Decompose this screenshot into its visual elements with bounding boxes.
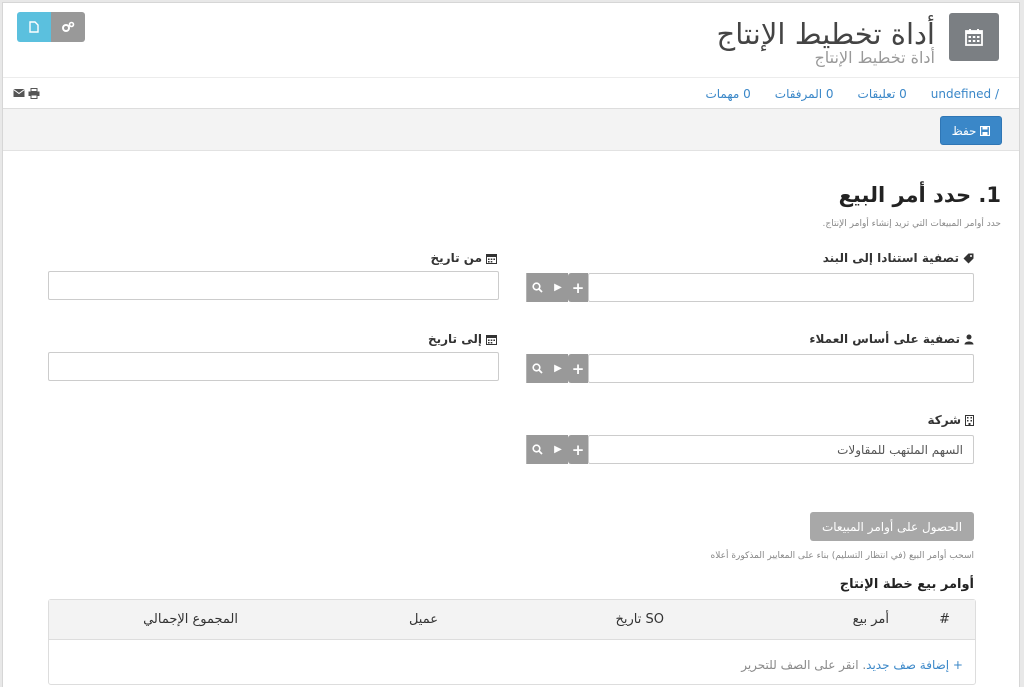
get-sales-orders-button[interactable]: الحصول على أوامر المبيعات [810, 512, 974, 541]
email-icon[interactable] [13, 88, 25, 98]
tag-icon [963, 253, 974, 263]
grid-add-row: + إضافة صف جديد. انقر على الصف للتحرير [741, 658, 963, 672]
page-title: أداة تخطيط الإنتاج [716, 17, 936, 51]
new-document-button[interactable] [17, 12, 51, 42]
building-icon [965, 414, 974, 426]
print-icon[interactable] [28, 88, 40, 99]
to-date-label: إلى تاريخ [428, 332, 497, 346]
company-search-button[interactable] [526, 435, 548, 464]
breadcrumb-link[interactable]: undefined [931, 87, 991, 101]
settings-menu-button[interactable] [51, 12, 85, 42]
page-subtitle: أداة تخطيط الإنتاج [814, 48, 935, 67]
page-frame: أداة تخطيط الإنتاج أداة تخطيط الإنتاج / … [2, 2, 1020, 687]
section-description: حدد أوامر المبيعات التي تريد إنشاء أوامر… [822, 219, 1001, 229]
item-filter-search-button[interactable] [526, 273, 548, 302]
comments-link[interactable]: 0 تعليقات [858, 87, 907, 101]
company-input[interactable]: السهم الملتهب للمقاولات [588, 435, 974, 464]
save-button-label: حفظ [951, 123, 977, 138]
form-toolbar: حفظ [3, 109, 1019, 151]
breadcrumb: / undefined [931, 87, 999, 101]
item-filter-open-button[interactable]: ▶ [548, 273, 568, 302]
document-links-bar: / undefined 0 تعليقات 0 المرفقات 0 مهمات [3, 77, 1019, 109]
breadcrumb-separator: / [994, 87, 999, 101]
document-links: / undefined 0 تعليقات 0 المرفقات 0 مهمات [705, 87, 999, 101]
search-icon [532, 444, 543, 455]
company-open-button[interactable]: ▶ [548, 435, 568, 464]
attachments-link[interactable]: 0 المرفقات [775, 87, 834, 101]
from-date-label-text: من تاريخ [430, 251, 482, 265]
from-date-input[interactable] [48, 271, 499, 300]
user-icon [964, 334, 974, 344]
tasks-link[interactable]: 0 مهمات [705, 87, 750, 101]
calendar-small-icon [486, 253, 497, 264]
company-label-text: شركة [927, 413, 961, 427]
customer-filter-input[interactable] [588, 354, 974, 383]
section-title: 1. حدد أمر البيع [838, 183, 1001, 207]
document-icon [29, 21, 39, 33]
customer-filter-open-button[interactable]: ▶ [548, 354, 568, 383]
floppy-icon [980, 125, 991, 136]
item-filter-label: تصفية استنادا إلى البند [823, 251, 974, 265]
save-button[interactable]: حفظ [940, 116, 1002, 145]
company-actions: + ▶ [526, 435, 588, 464]
customer-filter-search-button[interactable] [526, 354, 548, 383]
header-action-group [17, 12, 85, 42]
search-icon [532, 282, 543, 293]
company-label: شركة [927, 413, 974, 427]
customer-filter-actions: + ▶ [526, 354, 588, 383]
customer-filter-add-button[interactable]: + [568, 354, 588, 383]
customer-filter-label: تصفية على أساس العملاء [809, 332, 974, 346]
grid-header-sales-order: أمر بيع [852, 612, 889, 627]
add-new-row-link[interactable]: + إضافة صف جديد [866, 658, 963, 672]
to-date-input[interactable] [48, 352, 499, 381]
from-date-label: من تاريخ [431, 251, 497, 265]
calendar-icon [949, 13, 999, 61]
add-row-hint: . انقر على الصف للتحرير [741, 658, 867, 672]
grid-header-customer: عميل [408, 612, 438, 627]
sales-orders-grid: # أمر بيع SO تاريخ عميل المجموع الإجمالي… [48, 599, 976, 685]
item-filter-add-button[interactable]: + [568, 273, 588, 302]
grid-header-grand-total: المجموع الإجمالي [143, 612, 238, 627]
company-add-button[interactable]: + [568, 435, 588, 464]
item-filter-label-text: تصفية استنادا إلى البند [822, 251, 959, 265]
item-filter-actions: + ▶ [526, 273, 588, 302]
sales-orders-table-title: أوامر بيع خطة الإنتاج [839, 577, 974, 592]
grid-header-so-date: SO تاريخ [615, 612, 664, 627]
grid-header-index: # [939, 612, 950, 627]
search-icon [532, 363, 543, 374]
item-filter-input[interactable] [588, 273, 974, 302]
grid-header-row: # أمر بيع SO تاريخ عميل المجموع الإجمالي [49, 600, 975, 640]
customer-filter-label-text: تصفية على أساس العملاء [809, 332, 960, 346]
to-date-label-text: إلى تاريخ [427, 332, 482, 346]
calendar-small-icon [486, 334, 497, 345]
page-header: أداة تخطيط الإنتاج أداة تخطيط الإنتاج [3, 3, 1019, 77]
get-sales-orders-hint: اسحب أوامر البيع (في انتظار التسليم) بنا… [710, 551, 974, 561]
gears-icon [62, 21, 75, 32]
share-icons [13, 88, 40, 99]
